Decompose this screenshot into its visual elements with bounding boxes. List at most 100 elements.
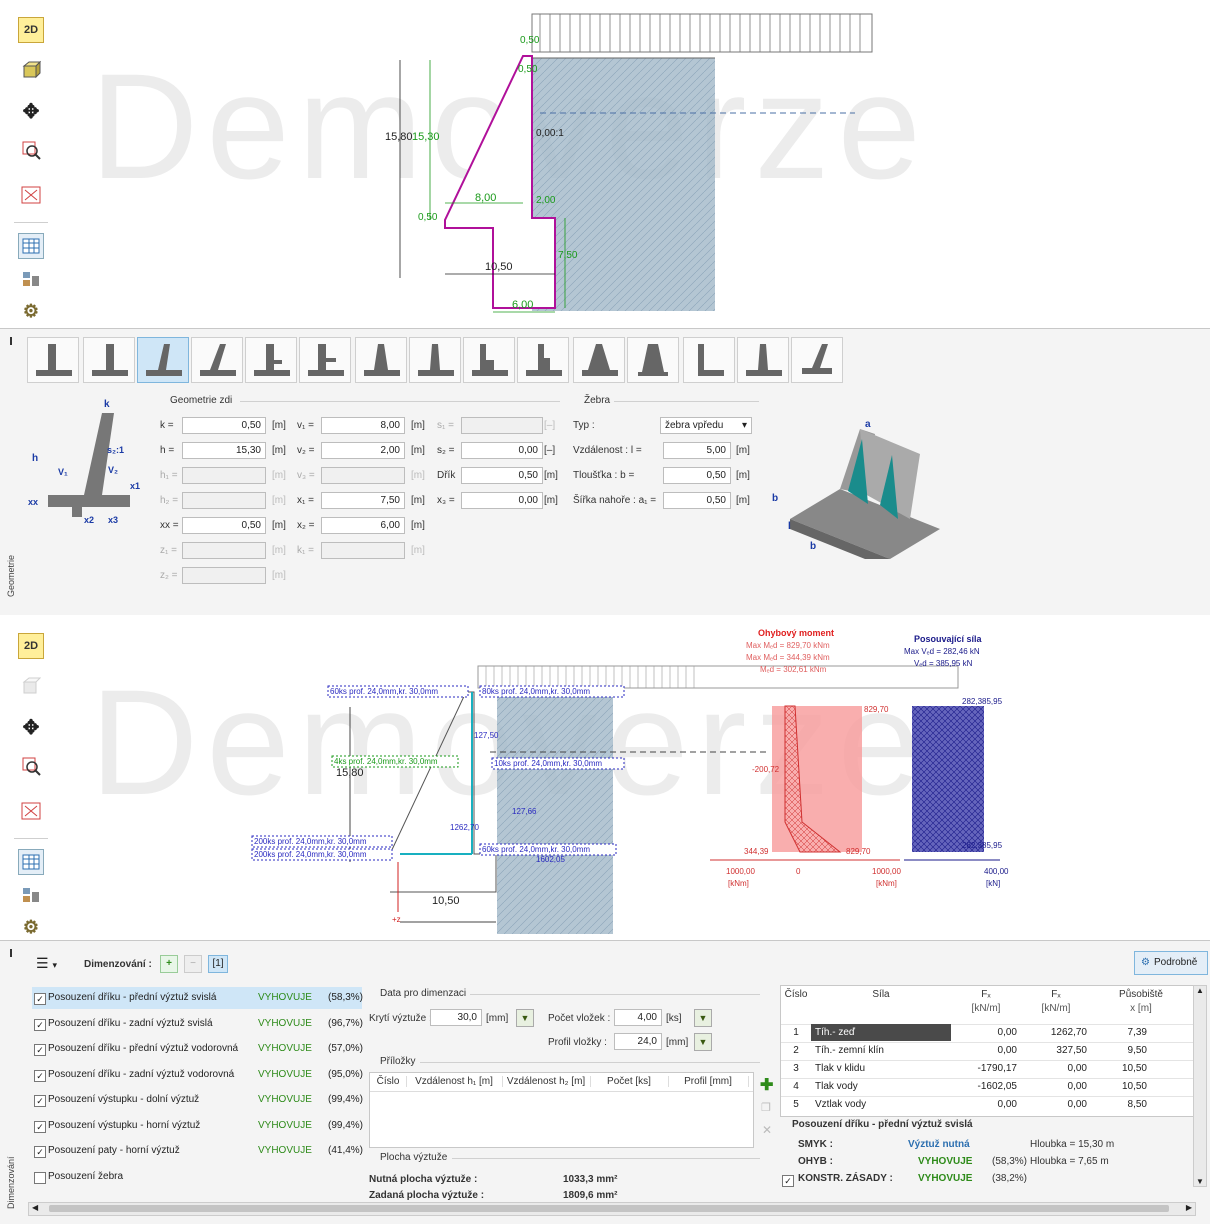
settings-gear-icon-2[interactable]: ⚙ — [18, 914, 44, 940]
cover-field[interactable]: 30,0 — [430, 1009, 482, 1026]
check-checkbox[interactable]: ✓ — [34, 1069, 46, 1082]
copy-attachment-icon[interactable]: ❐ — [761, 1101, 771, 1114]
check-checkbox[interactable] — [34, 1171, 46, 1184]
wall-shape-12[interactable] — [627, 337, 679, 383]
list-menu-button[interactable]: ☰ ▾ — [36, 955, 57, 972]
top-drawing-area[interactable]: Demoverze — [0, 0, 1210, 327]
attach-col-header[interactable]: Profil [mm] — [668, 1076, 749, 1087]
count-dropdown-icon[interactable]: ▼ — [694, 1009, 712, 1027]
add-stage-button[interactable]: + — [160, 955, 178, 973]
delete-attachment-icon[interactable]: ✕ — [762, 1123, 772, 1137]
layers-icon-2[interactable] — [18, 882, 44, 908]
wall-shape-14[interactable] — [737, 337, 789, 383]
table-icon[interactable] — [18, 233, 44, 259]
view-2d-button[interactable]: 2D — [18, 17, 44, 43]
attach-col-header[interactable]: Vzdálenost h₁ [m] — [406, 1076, 503, 1087]
count-field[interactable]: 4,00 — [614, 1009, 662, 1026]
forces-col-header[interactable]: Číslo — [781, 989, 811, 1000]
cover-dropdown-icon[interactable]: ▼ — [516, 1009, 534, 1027]
dimensioning-side-label: Dimenzování — [6, 1156, 16, 1209]
check-checkbox[interactable]: ✓ — [34, 993, 46, 1005]
zoom-icon-2[interactable] — [18, 753, 44, 779]
rows_left-field[interactable]: 15,30 — [182, 442, 266, 459]
check-item[interactable]: ✓ Posouzení dříku - zadní výztuž svislá VY… — [32, 1013, 363, 1035]
wall-shape-3[interactable] — [137, 337, 189, 383]
wall-shape-6[interactable] — [299, 337, 351, 383]
forces-scrollbar[interactable]: ▲ ▼ — [1193, 985, 1207, 1187]
force-name[interactable]: Tíh.- zeď — [811, 1024, 951, 1041]
check-checkbox[interactable]: ✓ — [34, 1146, 46, 1158]
horizontal-scrollbar[interactable]: ◀ ▶ — [28, 1202, 1196, 1216]
view-3d-icon-2[interactable] — [18, 673, 44, 699]
force-name[interactable]: Tlak v klidu — [811, 1060, 951, 1077]
rows_mid-field[interactable]: 6,00 — [321, 517, 405, 534]
check-item[interactable]: ✓ Posouzení výstupku - horní výztuž VYHOVU… — [32, 1115, 363, 1137]
forces-col-header[interactable]: Působiště — [1091, 989, 1191, 1000]
forces-table[interactable]: Číslo Síla Fₓ [kN/m] Fₓ [kN/m] Působiště x [m] … — [780, 985, 1195, 1117]
rib-type-select[interactable]: žebra vpředu ▾ — [660, 417, 752, 434]
rows_right-field[interactable]: 0,00 — [461, 492, 543, 509]
rows_right-field[interactable]: 0,00 — [461, 442, 543, 459]
bottom-drawing-area[interactable]: Demoverze — [0, 616, 1210, 938]
rows_left-unit: [m] — [272, 420, 286, 431]
view-3d-icon[interactable] — [18, 57, 44, 83]
profile-field[interactable]: 24,0 — [614, 1033, 662, 1050]
rib-distance-field[interactable]: 5,00 — [663, 442, 731, 459]
wall-shape-5[interactable] — [245, 337, 297, 383]
check-checkbox[interactable]: ✓ — [34, 1044, 46, 1056]
konstr-checkbox[interactable]: ✓ — [782, 1175, 794, 1187]
wall-shape-2[interactable] — [83, 337, 135, 383]
detail-button[interactable]: ⚙ Podrobně — [1134, 951, 1208, 975]
check-item[interactable]: Posouzení žebra — [32, 1166, 362, 1188]
rows_mid-field[interactable]: 2,00 — [321, 442, 405, 459]
check-item[interactable]: ✓ Posouzení dříku - přední výztuž vodorov… — [32, 1038, 363, 1060]
rows_right-field[interactable]: 0,50 — [461, 467, 543, 484]
stage-index-button[interactable]: [1] — [208, 955, 228, 973]
rows_left-field[interactable]: 0,50 — [182, 517, 266, 534]
move-icon-2[interactable]: ✥ — [18, 714, 44, 740]
check-item[interactable]: ✓ Posouzení dříku - zadní výztuž vodorovn… — [32, 1064, 363, 1086]
add-attachment-icon[interactable]: ✚ — [760, 1075, 773, 1095]
rows_mid-field[interactable]: 7,50 — [321, 492, 405, 509]
check-checkbox[interactable]: ✓ — [34, 1120, 46, 1133]
forces-col-header[interactable]: Síla — [811, 989, 951, 1000]
check-item[interactable]: ✓ Posouzení dříku - přední výztuž svislá V… — [32, 987, 363, 1009]
wall-shape-4[interactable] — [191, 337, 243, 383]
attachments-table[interactable]: Číslo Vzdálenost h₁ [m] Vzdálenost h₂ [m] P… — [369, 1072, 754, 1148]
force-name[interactable]: Tlak vody — [811, 1078, 951, 1095]
rib-thickness-field[interactable]: 0,50 — [663, 467, 731, 484]
force-name[interactable]: Tíh.- zemní klín — [811, 1042, 951, 1059]
remove-stage-button[interactable]: − — [184, 955, 202, 973]
settings-gear-icon[interactable]: ⚙ — [18, 298, 44, 324]
check-checkbox[interactable]: ✓ — [34, 1095, 46, 1107]
wall-shape-9[interactable] — [463, 337, 515, 383]
wall-shape-11[interactable] — [573, 337, 625, 383]
rib-width-field[interactable]: 0,50 — [663, 492, 731, 509]
table-icon-2[interactable] — [18, 849, 44, 875]
attach-col-header[interactable]: Číslo — [370, 1076, 407, 1087]
layers-icon[interactable] — [18, 266, 44, 292]
wall-shape-7[interactable] — [355, 337, 407, 383]
attach-col-header[interactable]: Vzdálenost h₂ [m] — [502, 1076, 591, 1087]
wall-shape-1[interactable] — [27, 337, 79, 383]
move-icon[interactable]: ✥ — [18, 98, 44, 124]
forces-col-header[interactable]: Fₓ — [951, 989, 1021, 1000]
forces-col-header[interactable]: Fₓ — [1021, 989, 1091, 1000]
wall-shape-10[interactable] — [517, 337, 569, 383]
rows_left-field[interactable]: 0,50 — [182, 417, 266, 434]
zoom-icon[interactable] — [18, 137, 44, 163]
rows_mid-field[interactable]: 8,00 — [321, 417, 405, 434]
force-name[interactable]: Vztlak vody — [811, 1096, 951, 1113]
fit-view-icon-2[interactable] — [18, 798, 44, 824]
wall-shape-13[interactable] — [683, 337, 735, 383]
fit-view-icon[interactable] — [18, 182, 44, 208]
attach-col-header[interactable]: Počet [ks] — [590, 1076, 669, 1087]
wall-shape-15[interactable] — [791, 337, 843, 383]
wall-shape-8[interactable] — [409, 337, 461, 383]
check-checkbox[interactable]: ✓ — [34, 1018, 46, 1031]
force-x: 8,50 — [1127, 1099, 1147, 1110]
check-item[interactable]: ✓ Posouzení výstupku - dolní výztuž VYHOVU… — [32, 1089, 363, 1111]
profile-dropdown-icon[interactable]: ▼ — [694, 1033, 712, 1051]
check-item[interactable]: ✓ Posouzení paty - horní výztuž VYHOVUJE (4… — [32, 1140, 363, 1162]
view-2d-button-2[interactable]: 2D — [18, 633, 44, 659]
